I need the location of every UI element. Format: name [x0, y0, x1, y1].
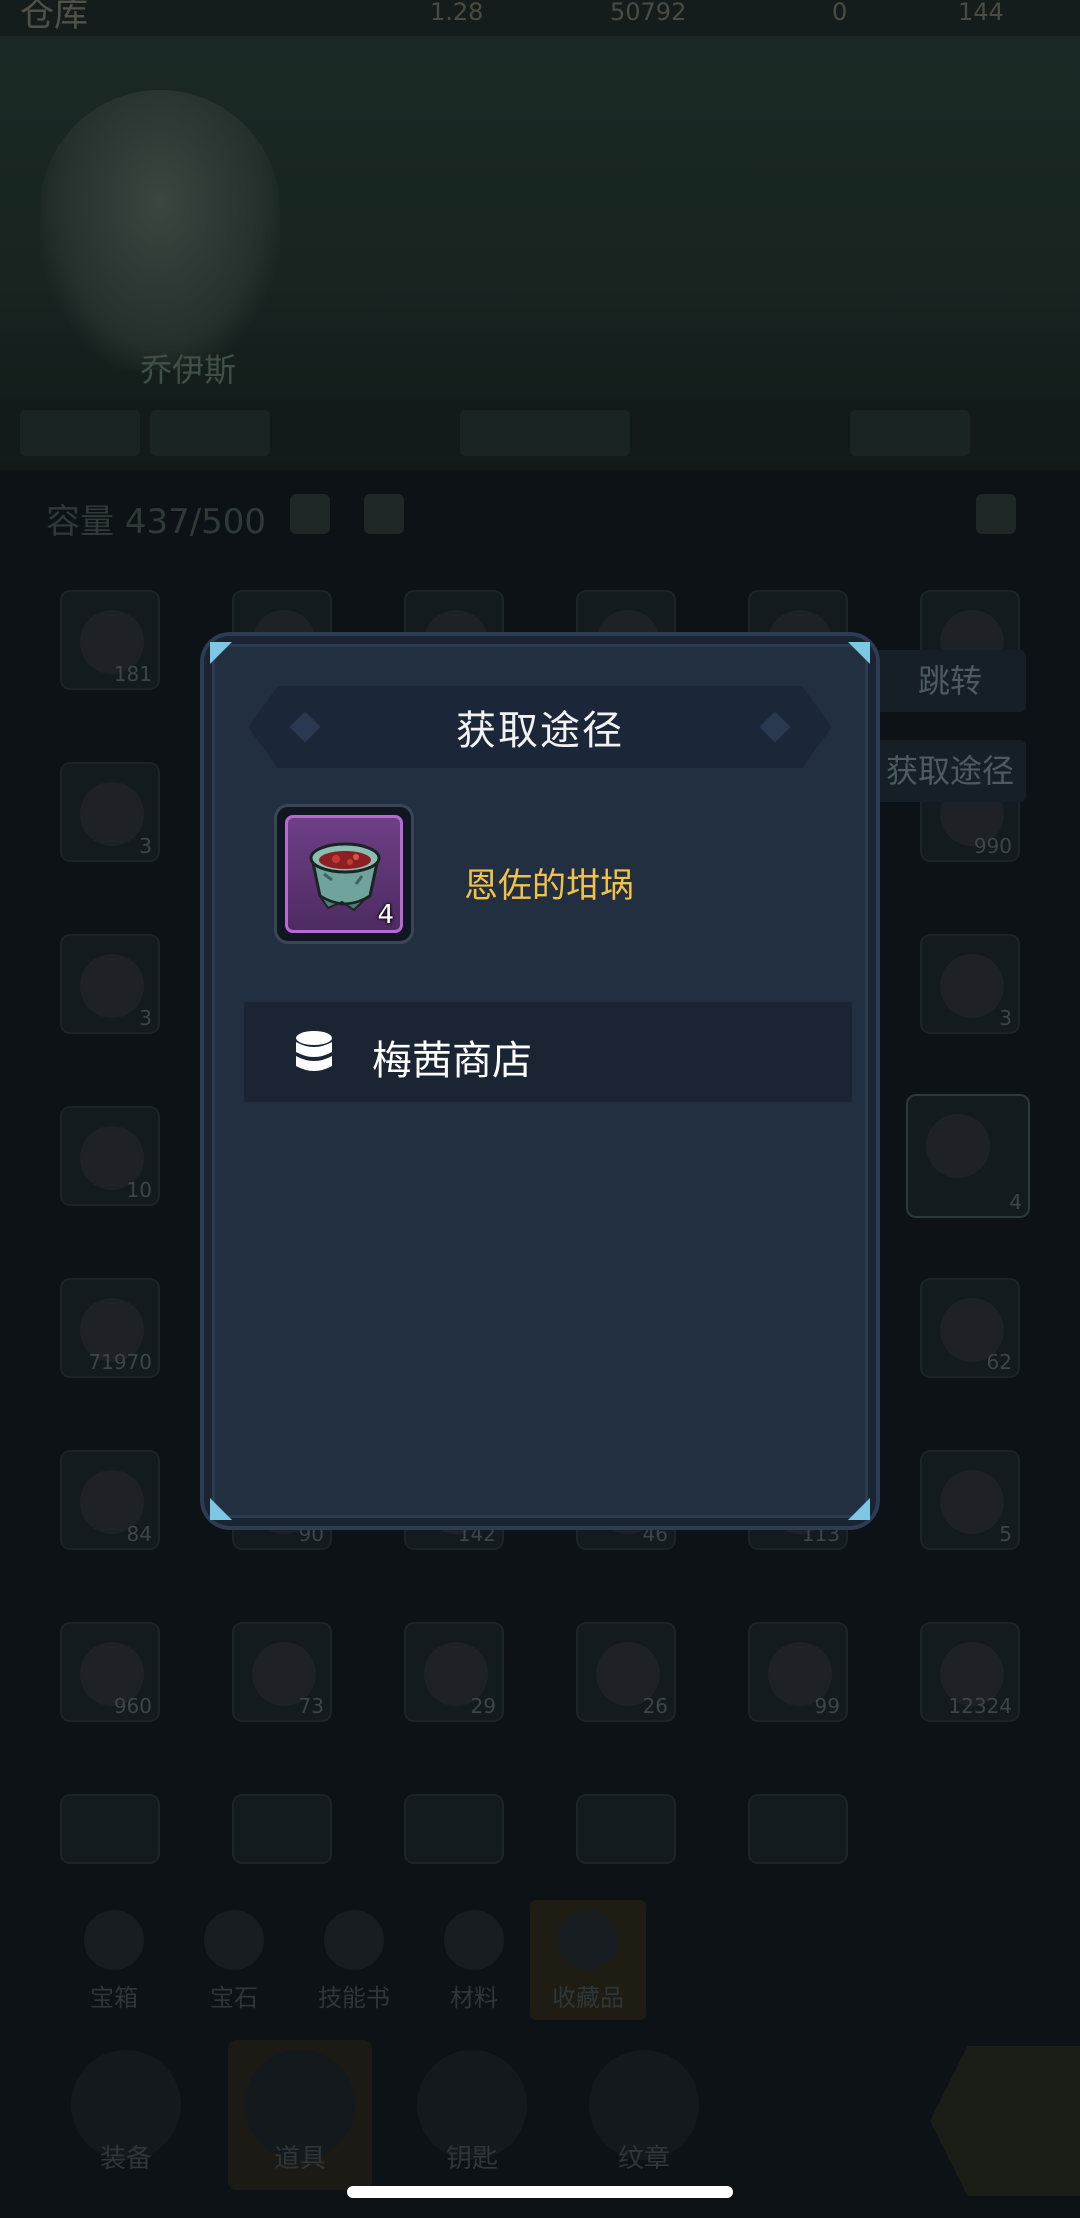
modal-title: 获取途径 [456, 708, 624, 754]
home-indicator[interactable] [347, 2186, 733, 2198]
inventory-slot[interactable]: 99 [748, 1622, 848, 1722]
hero-tab[interactable] [150, 410, 270, 456]
category-tab-chest[interactable]: 宝箱 [56, 1900, 172, 2020]
inventory-slot[interactable] [748, 1794, 848, 1864]
inventory-slot[interactable]: 3 [60, 762, 160, 862]
collectible-icon [558, 1910, 618, 1970]
diamond-ornament [289, 711, 320, 742]
category-tab-collectible[interactable]: 收藏品 [530, 1900, 646, 2020]
material-icon [444, 1910, 504, 1970]
source-label: 梅茜商店 [372, 1038, 532, 1084]
top-resource-bar: 仓库 1.28 50792 0 144 [0, 0, 1080, 36]
inventory-slot-selected[interactable]: 4 [906, 1094, 1030, 1218]
category-tab-gem[interactable]: 宝石 [176, 1900, 292, 2020]
item-count: 4 [377, 900, 394, 930]
hero-name: 乔伊斯 [140, 351, 237, 389]
corner-ornament [848, 1498, 870, 1520]
grid-view-icon[interactable] [976, 494, 1016, 534]
nav-tab-equipment[interactable]: 装备 [66, 2040, 186, 2190]
item-rarity-background: 4 [285, 815, 403, 933]
crucible-icon [309, 842, 381, 912]
hero-tab[interactable] [460, 410, 630, 456]
item-name: 恩佐的坩埚 [464, 866, 634, 906]
corner-ornament [210, 1498, 232, 1520]
modal-title-banner: 获取途径 [248, 686, 832, 768]
share-button[interactable] [930, 2046, 1080, 2196]
book-icon [324, 1910, 384, 1970]
inventory-slot[interactable]: 181 [60, 590, 160, 690]
inventory-slot[interactable]: 12324 [920, 1622, 1020, 1722]
inventory-slot[interactable]: 3 [60, 934, 160, 1034]
category-tab-skillbook[interactable]: 技能书 [296, 1900, 412, 2020]
resource-value: 1.28 [430, 0, 484, 26]
source-row-shop[interactable]: 梅茜商店 [244, 1002, 852, 1102]
hero-tab[interactable] [20, 410, 140, 456]
add-capacity-icon[interactable] [290, 494, 330, 534]
hero-tab[interactable] [850, 410, 970, 456]
inventory-slot[interactable] [404, 1794, 504, 1864]
category-tab-material[interactable]: 材料 [416, 1900, 532, 2020]
inventory-slot[interactable]: 5 [920, 1450, 1020, 1550]
chest-icon [84, 1910, 144, 1970]
corner-ornament [210, 642, 232, 664]
inventory-slot[interactable]: 960 [60, 1622, 160, 1722]
resource-value: 144 [958, 0, 1004, 26]
inventory-slot[interactable]: 62 [920, 1278, 1020, 1378]
inventory-slot[interactable]: 84 [60, 1450, 160, 1550]
inventory-slot[interactable]: 26 [576, 1622, 676, 1722]
inventory-slot[interactable] [60, 1794, 160, 1864]
inventory-slot[interactable] [576, 1794, 676, 1864]
inventory-slot[interactable]: 10 [60, 1106, 160, 1206]
warehouse-title: 仓库 [20, 0, 88, 35]
inventory-slot[interactable]: 3 [920, 934, 1020, 1034]
database-icon [296, 1031, 332, 1071]
hero-portrait [40, 90, 280, 370]
item-icon-frame: 4 [274, 804, 414, 944]
diamond-ornament [759, 711, 790, 742]
corner-ornament [848, 642, 870, 664]
obtain-source-modal: 获取途径 4 恩佐的坩埚 梅茜商店 [204, 636, 876, 1526]
resource-value: 0 [832, 0, 848, 26]
nav-tab-items[interactable]: 道具 [228, 2040, 372, 2190]
obtain-source-button[interactable]: 获取途径 [874, 740, 1026, 802]
inventory-slot[interactable]: 73 [232, 1622, 332, 1722]
nav-tab-keys[interactable]: 钥匙 [412, 2040, 532, 2190]
gem-icon [204, 1910, 264, 1970]
resource-value: 50792 [610, 0, 687, 26]
inventory-slot[interactable] [232, 1794, 332, 1864]
nav-tab-emblems[interactable]: 纹章 [584, 2040, 704, 2190]
sort-icon[interactable] [364, 494, 404, 534]
inventory-slot[interactable]: 71970 [60, 1278, 160, 1378]
capacity-label: 容量 437/500 [46, 502, 267, 542]
jump-button[interactable]: 跳转 [874, 650, 1026, 712]
inventory-slot[interactable]: 29 [404, 1622, 504, 1722]
